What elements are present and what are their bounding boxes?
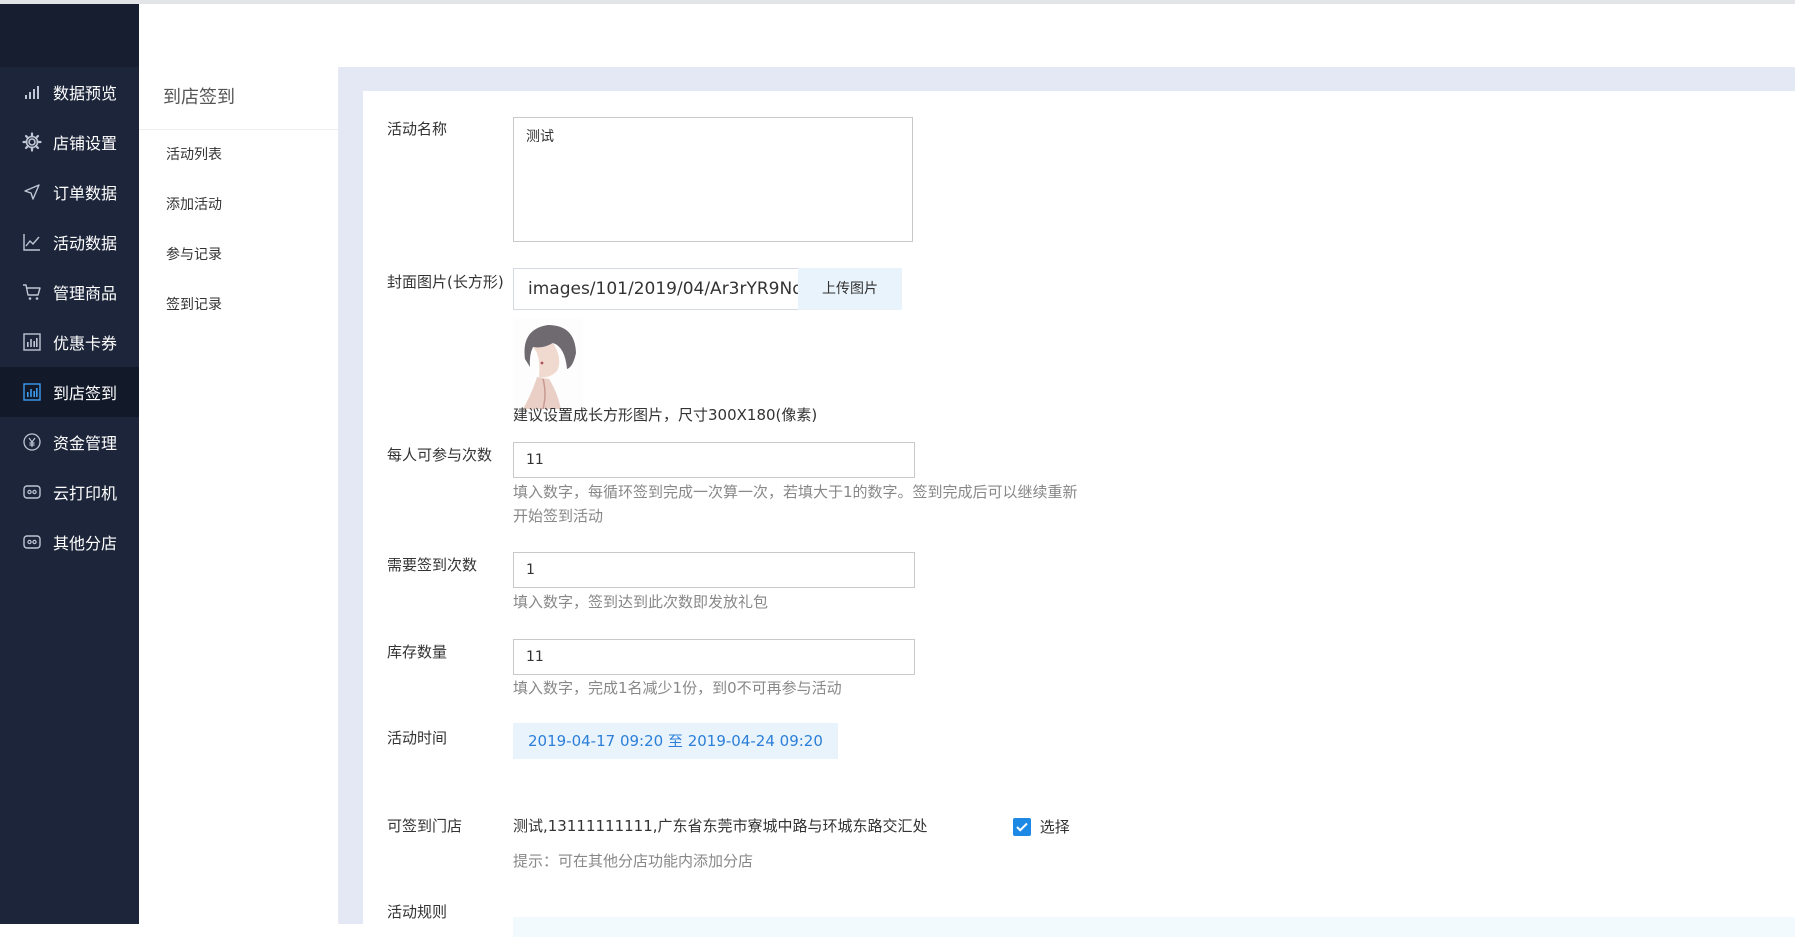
sidebar: 数据预览 店铺设置 订单数据 活动数据 管理商品 优惠卡券 到店签到 资金管理 …: [0, 4, 139, 924]
cover-image-label: 封面图片(长方形): [387, 273, 504, 291]
upload-image-button[interactable]: 上传图片: [798, 268, 902, 310]
activity-name-label: 活动名称: [387, 120, 448, 138]
stock-input[interactable]: 11: [513, 639, 915, 675]
required-checkins-input[interactable]: 1: [513, 552, 915, 588]
stock-label: 库存数量: [387, 643, 448, 661]
activity-time-label: 活动时间: [387, 729, 448, 747]
nav-item-store-checkin[interactable]: 到店签到: [0, 367, 139, 417]
line-chart-icon: [21, 231, 43, 253]
yen-icon: [21, 431, 43, 453]
activity-name-textarea[interactable]: 测试: [513, 117, 913, 242]
nav-item-label: 管理商品: [53, 284, 118, 303]
stats-icon: [21, 381, 43, 403]
per-person-help-line1: 填入数字，每循环签到完成一次算一次，若填大于1的数字。签到完成后可以继续重新: [513, 483, 1078, 501]
nav-item-data-preview[interactable]: 数据预览: [0, 67, 139, 117]
checkin-store-label: 可签到门店: [387, 817, 463, 835]
cart-icon: [21, 281, 43, 303]
nav-item-order-data[interactable]: 订单数据: [0, 167, 139, 217]
cover-upload-group: images/101/2019/04/Ar3rYR9Nq' 上传图片: [513, 268, 902, 310]
per-person-count-input[interactable]: 11: [513, 442, 915, 478]
cover-size-hint: 建议设置成长方形图片，尺寸300X180(像素): [513, 406, 818, 424]
nav-item-label: 资金管理: [53, 434, 118, 453]
nav-item-label: 订单数据: [53, 184, 118, 203]
nav-item-label: 店铺设置: [53, 134, 118, 153]
submenu-item-checkin-records[interactable]: 签到记录: [139, 280, 338, 330]
submenu-item-activity-list[interactable]: 活动列表: [139, 130, 338, 180]
date-range-picker[interactable]: 2019-04-17 09:20 至 2019-04-24 09:20: [513, 723, 838, 759]
nav-item-label: 其他分店: [53, 534, 118, 553]
nav-item-label: 活动数据: [53, 234, 118, 253]
nav-item-cloud-printer[interactable]: 云打印机: [0, 467, 139, 517]
nav-item-other-branches[interactable]: 其他分店: [0, 517, 139, 567]
gear-icon: [21, 131, 43, 153]
nav-item-label: 数据预览: [53, 84, 118, 103]
stats-icon: [21, 331, 43, 353]
cover-image-path-input[interactable]: images/101/2019/04/Ar3rYR9Nq': [513, 268, 798, 310]
top-header: [139, 4, 1795, 67]
stock-help: 填入数字，完成1名减少1份，到0不可再参与活动: [513, 679, 842, 697]
activity-rules-editor[interactable]: [513, 917, 1795, 937]
nav-item-manage-products[interactable]: 管理商品: [0, 267, 139, 317]
nav-item-label: 云打印机: [53, 484, 118, 503]
nav-item-coupons[interactable]: 优惠卡券: [0, 317, 139, 367]
store-select-option[interactable]: 选择: [1013, 816, 1070, 837]
printer-icon: [21, 481, 43, 503]
nav-item-activity-data[interactable]: 活动数据: [0, 217, 139, 267]
per-person-help: 填入数字，每循环签到完成一次算一次，若填大于1的数字。签到完成后可以继续重新 开…: [513, 480, 1078, 528]
activity-rules-label: 活动规则: [387, 903, 448, 921]
send-icon: [21, 181, 43, 203]
submenu-item-add-activity[interactable]: 添加活动: [139, 180, 338, 230]
cover-image-preview: [513, 319, 583, 413]
submenu-title: 到店签到: [139, 67, 338, 130]
required-checkins-label: 需要签到次数: [387, 556, 478, 574]
nav-item-label: 到店签到: [53, 384, 118, 403]
printer-icon: [21, 531, 43, 553]
per-person-help-line2: 开始签到活动: [513, 507, 604, 525]
checkin-store-value: 测试,13111111111,广东省东莞市寮城中路与环城东路交汇处: [513, 817, 928, 835]
select-store-checkbox[interactable]: [1013, 817, 1031, 836]
submenu-item-participation-records[interactable]: 参与记录: [139, 230, 338, 280]
bar-chart-icon: [21, 81, 43, 103]
per-person-label: 每人可参与次数: [387, 446, 493, 464]
brand-area: [0, 4, 139, 67]
select-store-label: 选择: [1039, 818, 1070, 836]
activity-form: 活动名称 测试 封面图片(长方形) images/101/2019/04/Ar3…: [363, 91, 1795, 937]
nav-item-label: 优惠卡券: [53, 334, 118, 353]
required-checkins-help: 填入数字，签到达到此次数即发放礼包: [513, 593, 769, 611]
store-hint: 提示：可在其他分店功能内添加分店: [513, 852, 754, 870]
submenu-panel: 到店签到 活动列表 添加活动 参与记录 签到记录: [139, 67, 339, 924]
nav-item-funds[interactable]: 资金管理: [0, 417, 139, 467]
nav-item-store-settings[interactable]: 店铺设置: [0, 117, 139, 167]
